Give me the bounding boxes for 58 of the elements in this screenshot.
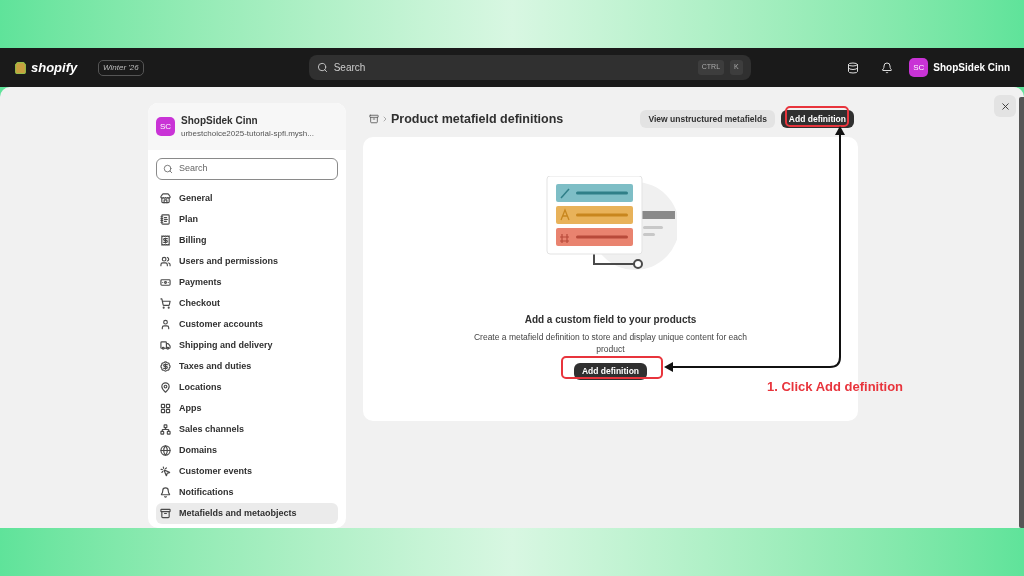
search-icon (316, 62, 328, 73)
truck-icon (160, 340, 171, 351)
users-icon (160, 256, 171, 267)
page-title: Product metafield definitions (391, 110, 564, 128)
sidebar-item[interactable]: Taxes and duties (156, 356, 338, 377)
store-name: ShopSidek Cinn (181, 114, 259, 128)
close-button[interactable] (994, 95, 1016, 117)
database-icon[interactable] (847, 61, 860, 74)
sidebar-item[interactable]: Customer events (156, 461, 338, 482)
pointer-click-icon (160, 466, 171, 477)
sidebar-item[interactable]: Plan (156, 209, 338, 230)
view-metafields-button[interactable]: View unstructured metafields (640, 110, 775, 128)
globe-icon (160, 445, 171, 456)
sidebar-item[interactable]: Checkout (156, 293, 338, 314)
banknote-icon (160, 277, 171, 288)
notebook-icon (160, 214, 171, 225)
highlight-frame (785, 106, 849, 127)
sidebar-search-field[interactable]: Search (156, 158, 338, 180)
map-pin-icon (160, 382, 171, 393)
archive-icon[interactable] (369, 114, 379, 124)
sidebar-item[interactable]: Payments (156, 272, 338, 293)
user-name[interactable]: ShopSidek Cinn (933, 60, 1010, 75)
empty-state-heading: Add a custom field to your products (524, 313, 697, 327)
sidebar-item[interactable]: General (156, 188, 338, 209)
sidebar-item[interactable]: Sales channels (156, 419, 338, 440)
version-badge: Winter '26 (98, 59, 144, 76)
user-icon (160, 319, 171, 330)
archive-icon (160, 508, 171, 519)
shopping-bag-icon (14, 60, 27, 75)
network-icon (160, 424, 171, 435)
chevron-icon (381, 115, 389, 123)
annotation-text: 1. Click Add definition (767, 378, 904, 396)
store-domain: urbestchoice2025-tutorial-spfi.mysh... (181, 128, 314, 140)
search-icon (163, 164, 173, 174)
logo-text: shopify (31, 58, 78, 77)
sidebar-item[interactable]: Shipping and delivery (156, 335, 338, 356)
sidebar-item[interactable]: Customer accounts (156, 314, 338, 335)
sidebar-item[interactable]: Metafields and metaobjects (156, 503, 338, 524)
cart-icon (160, 298, 171, 309)
dollar-badge-icon (160, 361, 171, 372)
store-icon (160, 193, 171, 204)
sidebar-item[interactable]: Users and permissions (156, 251, 338, 272)
bell-icon (160, 487, 171, 498)
close-icon (999, 100, 1011, 112)
scrollbar[interactable] (1019, 97, 1024, 528)
notifications-icon[interactable] (881, 61, 894, 74)
sidebar-item[interactable]: Locations (156, 377, 338, 398)
sidebar-item[interactable]: Notifications (156, 482, 338, 503)
sidebar-item[interactable]: Apps (156, 398, 338, 419)
receipt-icon (160, 235, 171, 246)
search-placeholder: Search (333, 61, 367, 75)
user-avatar[interactable]: SC (909, 58, 929, 77)
sidebar-item[interactable]: Domains (156, 440, 338, 461)
sidebar-item[interactable]: Billing (156, 230, 338, 251)
store-avatar: SC (156, 117, 175, 136)
grid-icon (160, 403, 171, 414)
search-placeholder: Search (179, 162, 208, 176)
empty-state-text: Create a metafield definition to store and display unique content for each product (473, 331, 748, 355)
